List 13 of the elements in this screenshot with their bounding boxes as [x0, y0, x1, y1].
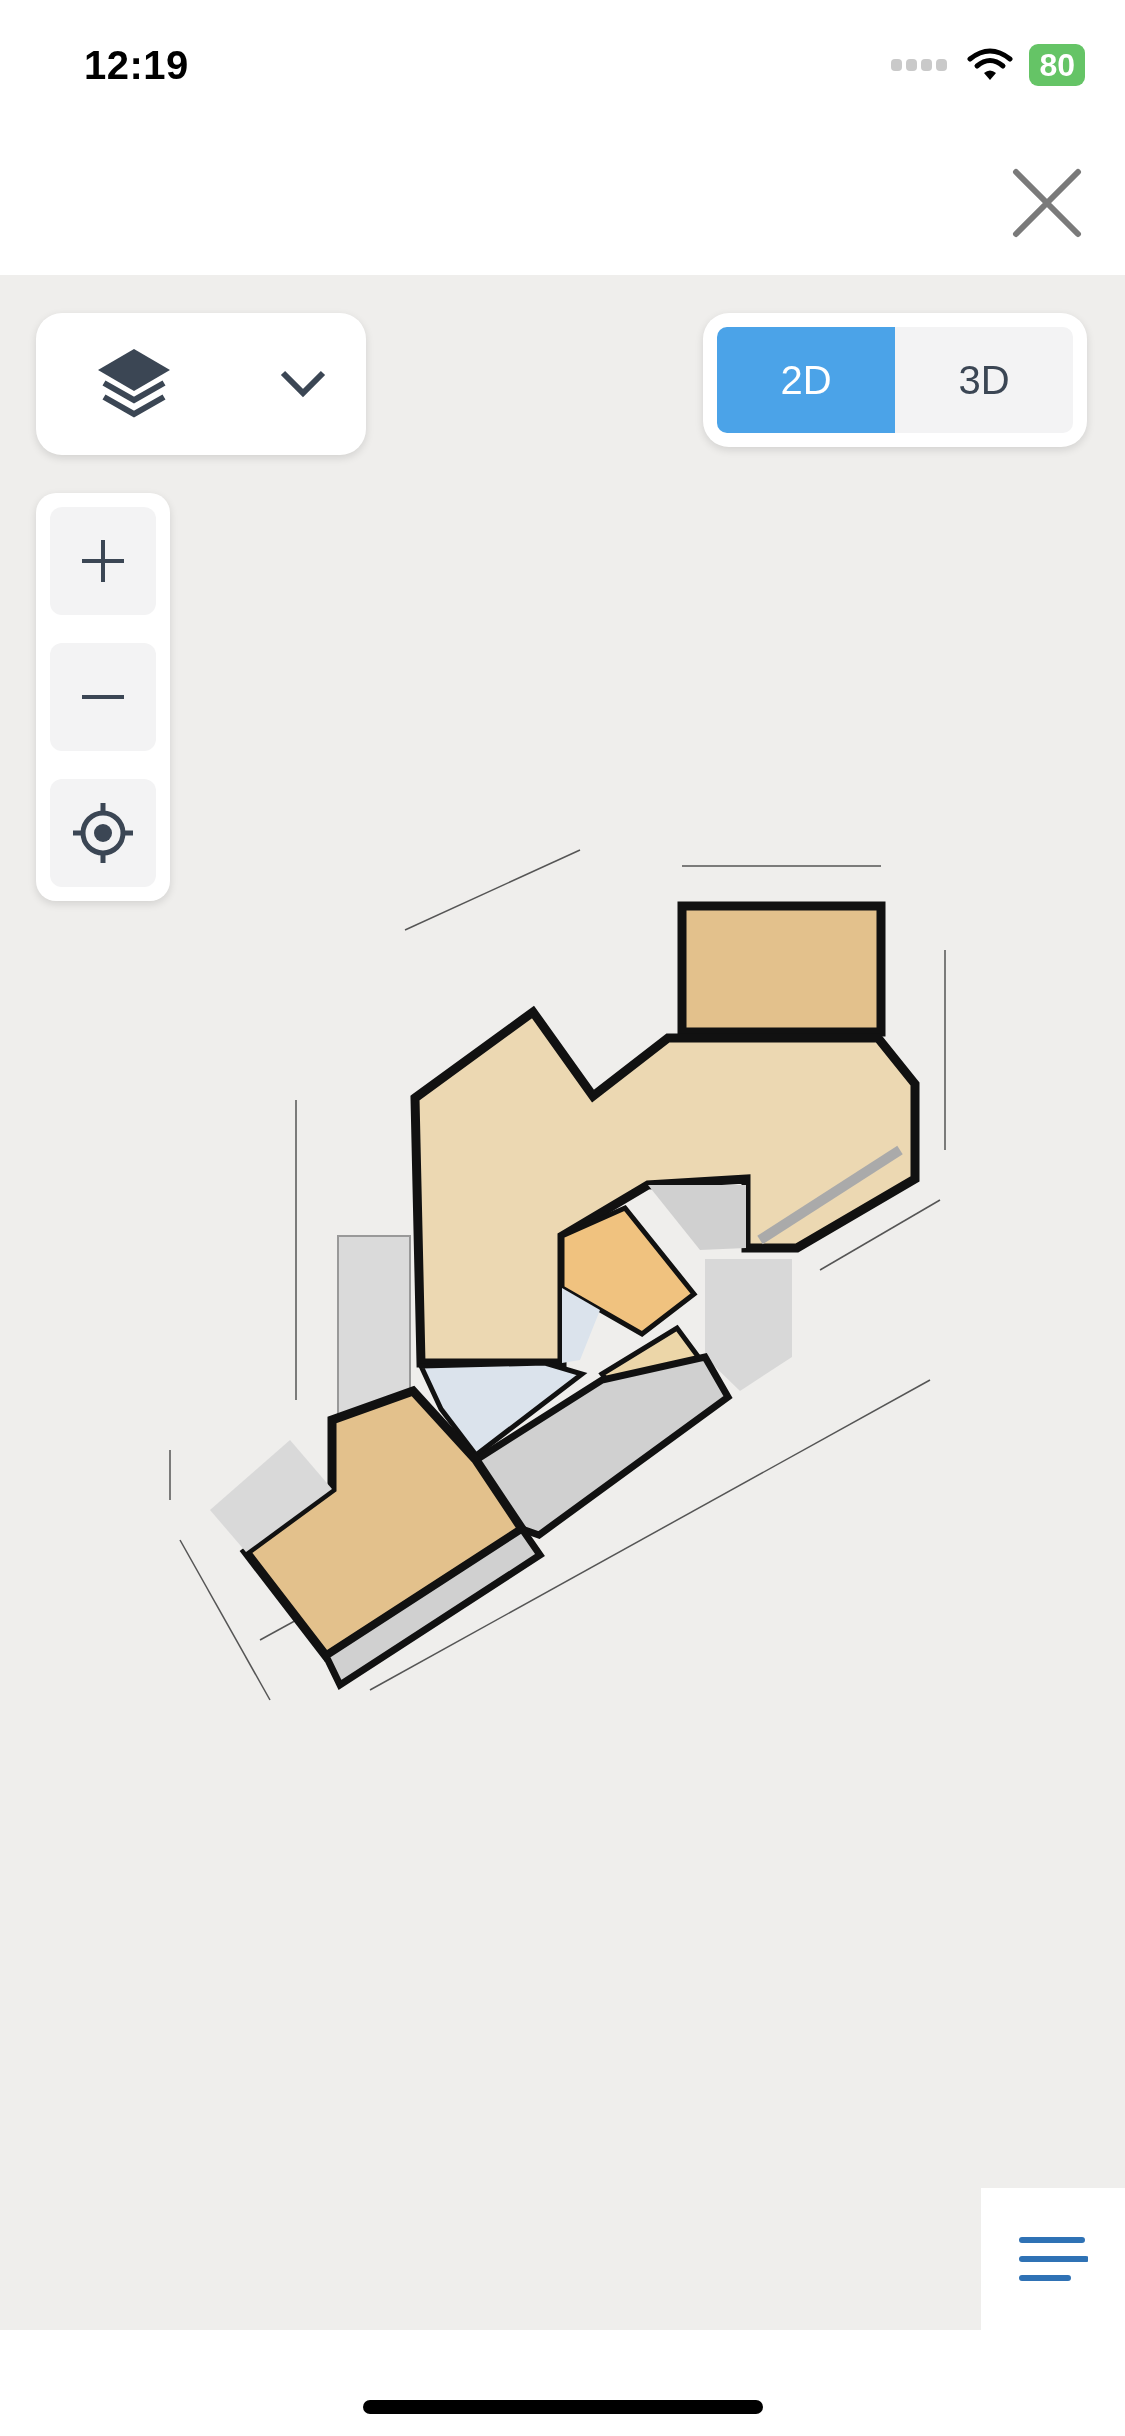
- zoom-in-button[interactable]: [50, 507, 156, 615]
- crosshair-icon: [73, 803, 133, 863]
- minus-icon: [80, 694, 126, 700]
- menu-button[interactable]: [981, 2188, 1125, 2330]
- battery-level: 80: [1029, 44, 1085, 86]
- plus-icon: [80, 538, 126, 584]
- layers-dropdown[interactable]: [36, 313, 366, 455]
- chevron-down-icon: [280, 370, 326, 398]
- locate-button[interactable]: [50, 779, 156, 887]
- menu-icon: [1018, 2236, 1088, 2282]
- status-time: 12:19: [84, 42, 189, 88]
- close-icon: [1012, 167, 1082, 238]
- view-tab[interactable]: 3D: [895, 327, 1073, 433]
